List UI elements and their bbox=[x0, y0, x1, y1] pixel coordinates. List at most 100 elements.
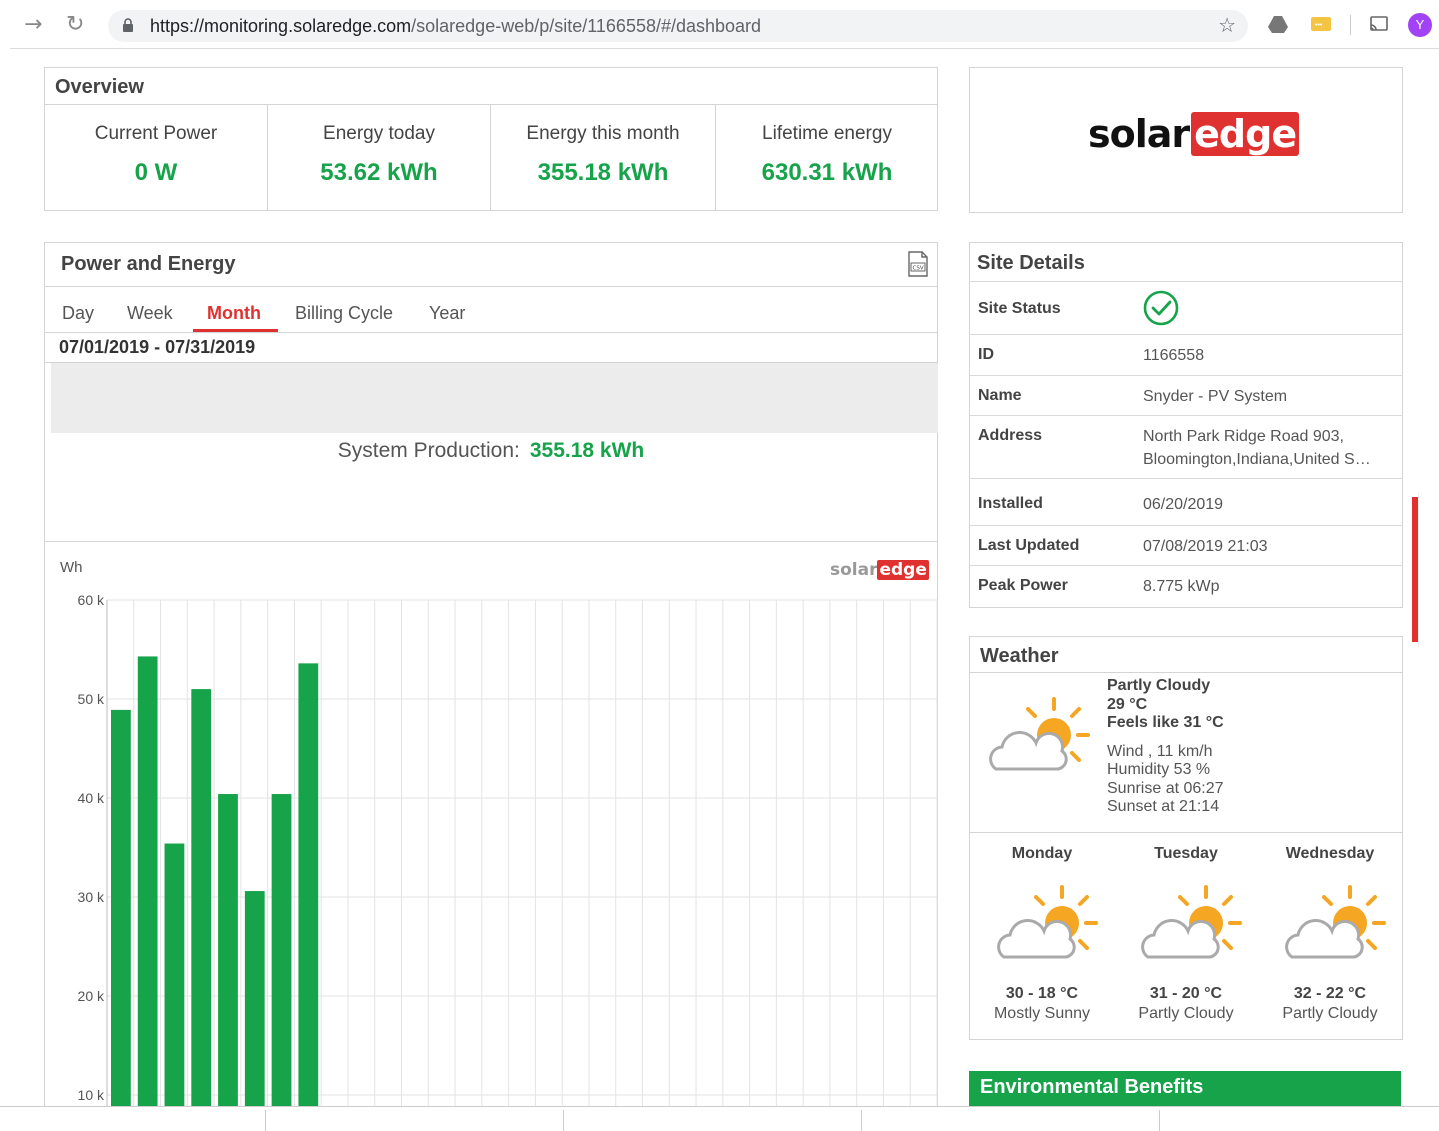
divider bbox=[45, 332, 937, 333]
partly-cloudy-icon bbox=[1285, 885, 1386, 959]
bar bbox=[271, 794, 292, 1112]
site-row-name: Name Snyder - PV System bbox=[970, 375, 1402, 415]
extension-icon[interactable]: ••• bbox=[1310, 13, 1332, 35]
current-power-cell: Current Power 0 W bbox=[45, 105, 267, 211]
forward-icon[interactable]: → bbox=[24, 12, 42, 37]
downloads-divider bbox=[265, 1110, 266, 1131]
toolbar-divider bbox=[1350, 15, 1351, 35]
y-tick-label: 10 k bbox=[78, 1087, 105, 1103]
forecast-condition: Mostly Sunny bbox=[993, 1005, 1091, 1022]
current-power-value: 0 W bbox=[134, 159, 178, 186]
bar bbox=[111, 709, 131, 1112]
current-condition: Partly Cloudy bbox=[1107, 677, 1211, 694]
profile-avatar[interactable]: Y bbox=[1408, 13, 1432, 37]
lifetime-energy-value: 630.31 kWh bbox=[761, 159, 893, 186]
solaredge-logo: solar edge bbox=[1088, 112, 1300, 160]
site-details-panel: Site Details Site Status ID 1166558 Name… bbox=[969, 242, 1403, 608]
peak-power-value: 8.775 kWp bbox=[1143, 578, 1220, 595]
site-row-peak-power: Peak Power 8.775 kWp bbox=[970, 565, 1402, 607]
downloads-divider bbox=[1159, 1110, 1160, 1131]
forecast-day: Monday 30 - 18 °C Mostly Sunny bbox=[972, 845, 1112, 1022]
tab-year[interactable]: Year bbox=[429, 303, 465, 324]
forecast-condition: Partly Cloudy bbox=[1138, 1005, 1234, 1022]
humidity: Humidity 53 % bbox=[1107, 761, 1211, 778]
forecast-condition: Partly Cloudy bbox=[1282, 1005, 1378, 1022]
site-row-last-updated: Last Updated 07/08/2019 21:03 bbox=[970, 525, 1402, 565]
power-energy-panel: Power and Energy CSV Day Week Month Bill… bbox=[44, 242, 938, 1112]
forecast-day-name: Wednesday bbox=[1285, 845, 1375, 862]
power-energy-title: Power and Energy bbox=[61, 253, 236, 275]
site-row-address: Address North Park Ridge Road 903, Bloom… bbox=[970, 415, 1402, 478]
installed-value: 06/20/2019 bbox=[1143, 496, 1224, 513]
name-key: Name bbox=[978, 387, 1022, 404]
cast-icon[interactable] bbox=[1368, 13, 1390, 35]
tab-day[interactable]: Day bbox=[62, 303, 94, 324]
weather-panel: Weather Partly Cloudy 29 °C Feels like 3… bbox=[969, 636, 1403, 1040]
energy-month-cell: Energy this month 355.18 kWh bbox=[491, 105, 715, 211]
site-details-title: Site Details bbox=[977, 252, 1085, 274]
bar bbox=[298, 663, 319, 1112]
divider bbox=[970, 832, 1402, 833]
partly-cloudy-icon bbox=[1141, 885, 1242, 959]
production-band bbox=[51, 363, 938, 433]
reload-icon[interactable]: ↻ bbox=[66, 12, 84, 37]
sunrise: Sunrise at 06:27 bbox=[1107, 779, 1224, 797]
status-ok-icon bbox=[1143, 290, 1179, 326]
system-production-label: System Production: bbox=[337, 439, 520, 462]
bar-chart: 10 k 20 k 30 k 40 k 50 k 60 k bbox=[78, 592, 938, 1112]
tab-billing-cycle[interactable]: Billing Cycle bbox=[295, 303, 393, 324]
downloads-divider bbox=[861, 1110, 862, 1131]
bar bbox=[244, 891, 265, 1112]
energy-today-cell: Energy today 53.62 kWh bbox=[268, 105, 490, 211]
current-power-label: Current Power bbox=[94, 123, 218, 144]
date-range: 07/01/2019 - 07/31/2019 bbox=[59, 337, 256, 357]
svg-text:•••: ••• bbox=[1315, 22, 1323, 29]
forecast-day-name: Tuesday bbox=[1154, 845, 1218, 862]
feedback-tab[interactable] bbox=[1418, 492, 1439, 647]
y-tick-label: 60 k bbox=[78, 592, 105, 608]
wind: Wind , 11 km/h bbox=[1107, 742, 1213, 760]
id-value: 1166558 bbox=[1143, 347, 1205, 364]
current-temp: 29 °C bbox=[1107, 695, 1148, 713]
installed-key: Installed bbox=[978, 495, 1043, 512]
y-tick-label: 20 k bbox=[78, 988, 105, 1004]
partly-cloudy-icon bbox=[989, 697, 1090, 771]
drive-extension-icon[interactable] bbox=[1267, 13, 1289, 35]
address-line2: Bloomington,Indiana,United S… bbox=[1143, 451, 1371, 468]
tab-month[interactable]: Month bbox=[207, 303, 261, 324]
name-value: Snyder - PV System bbox=[1143, 388, 1288, 405]
csv-export-icon[interactable]: CSV bbox=[907, 251, 929, 277]
bar bbox=[164, 843, 185, 1112]
energy-month-label: Energy this month bbox=[526, 123, 680, 144]
forecast-day: Tuesday 31 - 20 °C Partly Cloudy bbox=[1116, 845, 1256, 1022]
forecast-temp: 32 - 22 °C bbox=[1293, 985, 1367, 1002]
address-bar[interactable]: https://monitoring.solaredge.com/solared… bbox=[108, 10, 1248, 42]
current-weather: Partly Cloudy 29 °C Feels like 31 °C Win… bbox=[1107, 677, 1224, 817]
forecast-day-name: Monday bbox=[1011, 845, 1073, 862]
y-tick-label: 30 k bbox=[78, 889, 105, 905]
feedback-tab-accent bbox=[1412, 497, 1418, 642]
last-updated-key: Last Updated bbox=[978, 537, 1080, 554]
id-key: ID bbox=[978, 346, 994, 363]
site-row-installed: Installed 06/20/2019 bbox=[970, 478, 1402, 525]
sunset: Sunset at 21:14 bbox=[1107, 798, 1220, 815]
energy-today-label: Energy today bbox=[323, 123, 435, 144]
svg-text:CSV: CSV bbox=[913, 266, 924, 272]
toolbar-divider-line bbox=[10, 48, 1439, 49]
overview-title: Overview bbox=[55, 76, 144, 98]
period-tabs: Day Week Month Billing Cycle Year bbox=[45, 287, 937, 333]
forecast-day: Wednesday 32 - 22 °C Partly Cloudy bbox=[1260, 845, 1400, 1022]
bar bbox=[137, 656, 158, 1112]
environmental-benefits-header[interactable]: Environmental Benefits bbox=[969, 1071, 1401, 1106]
system-production-value: 355.18 kWh bbox=[529, 439, 645, 462]
lifetime-energy-cell: Lifetime energy 630.31 kWh bbox=[716, 105, 938, 211]
address-line1: North Park Ridge Road 903, bbox=[1143, 428, 1344, 445]
downloads-bar bbox=[0, 1106, 1439, 1131]
overview-panel: Overview Current Power 0 W Energy today … bbox=[44, 67, 938, 211]
bookmark-star-icon[interactable]: ☆ bbox=[1218, 13, 1236, 37]
partly-cloudy-icon bbox=[997, 885, 1098, 959]
downloads-divider bbox=[563, 1110, 564, 1131]
url-text: https://monitoring.solaredge.com/solared… bbox=[150, 16, 762, 36]
tab-week[interactable]: Week bbox=[127, 303, 173, 324]
forecast-temp: 31 - 20 °C bbox=[1149, 985, 1223, 1002]
